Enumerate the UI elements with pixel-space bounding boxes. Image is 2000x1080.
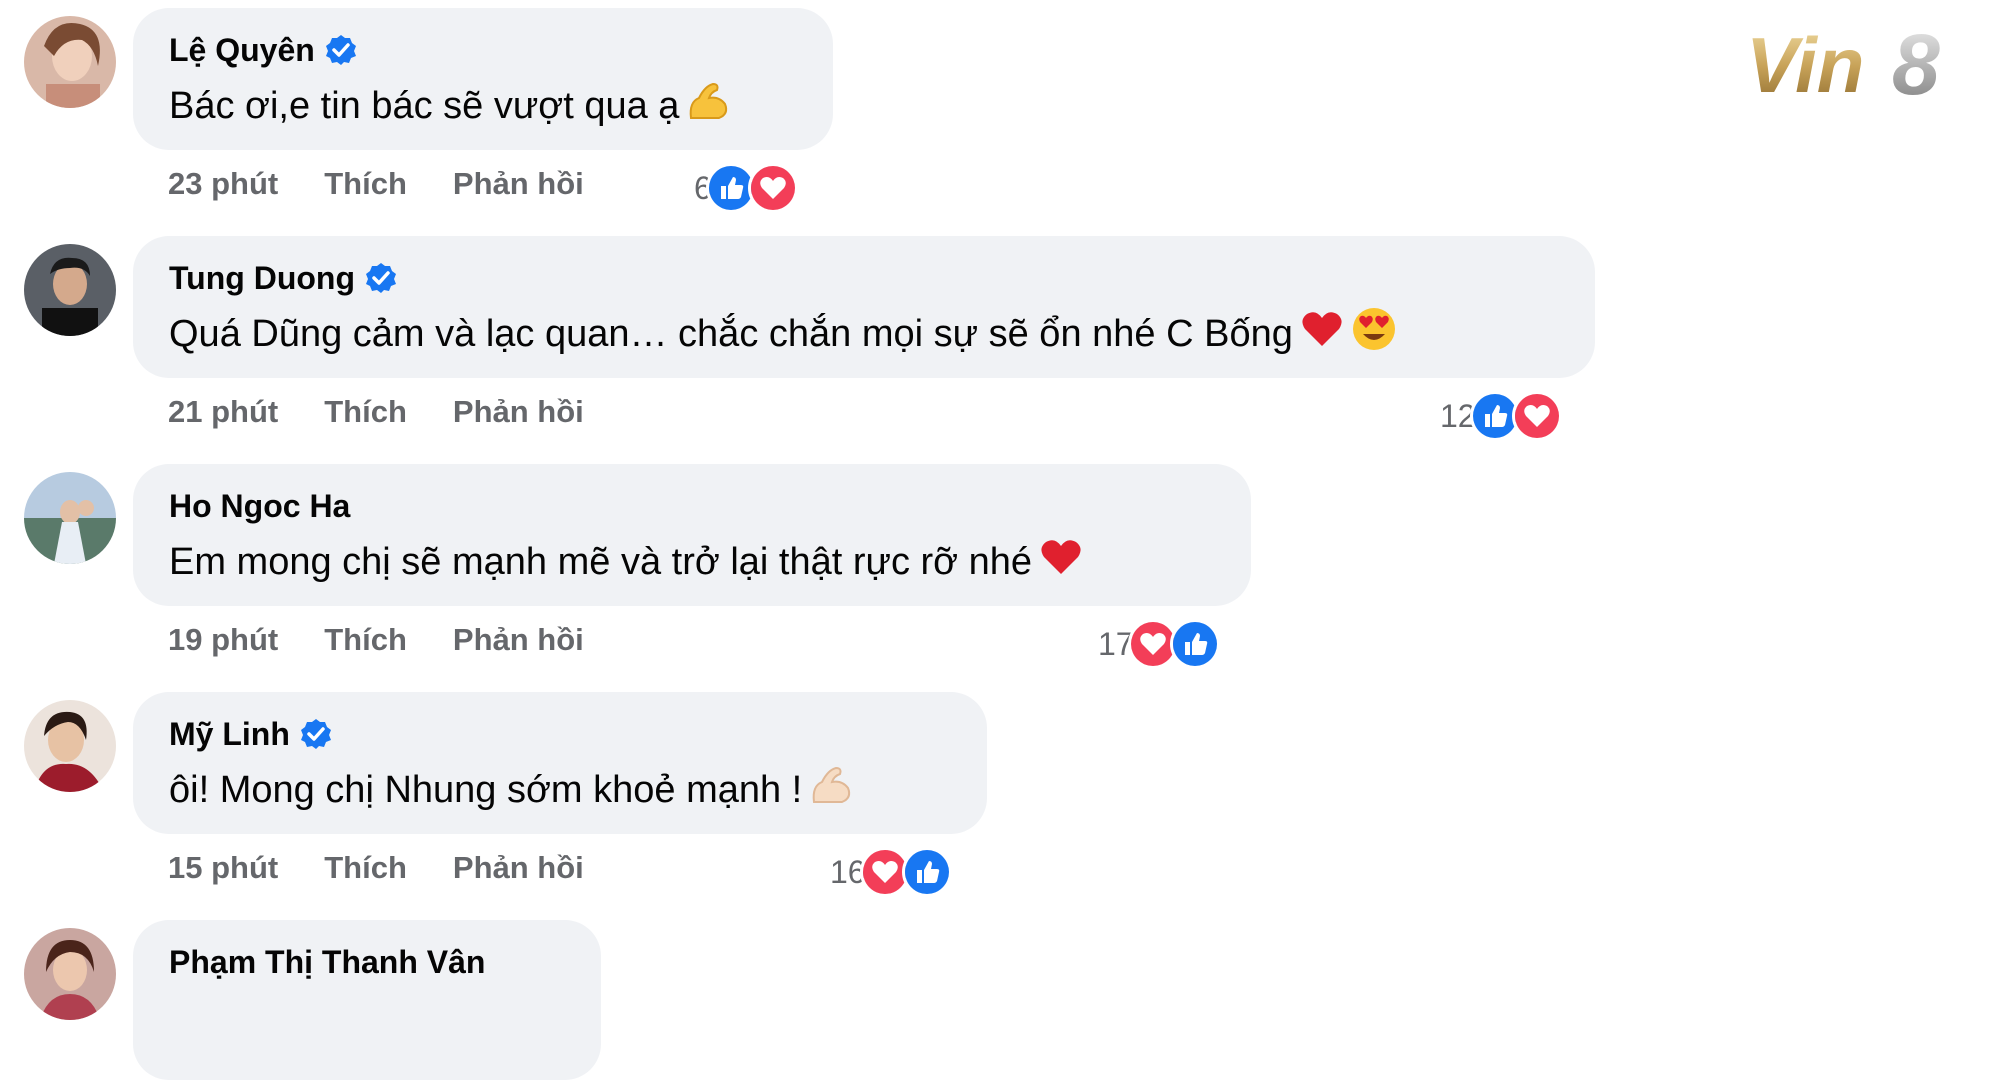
comment-text: ôi! Mong chị Nhung sớm khoẻ mạnh !	[169, 762, 951, 816]
comment-time: 15 phút	[168, 850, 279, 885]
comment-text: Em mong chị sẽ mạnh mẽ và trở lại thật r…	[169, 534, 1215, 588]
avatar[interactable]	[24, 244, 116, 336]
comment-item: Mỹ Linh ôi! Mong chị Nhung sớm khoẻ mạnh…	[0, 692, 2000, 922]
reply-link[interactable]: Phản hồi	[453, 166, 584, 202]
like-icon	[901, 847, 952, 897]
comment-bubble: Tung Duong Quá Dũng cảm và lạc quan… chắ…	[133, 236, 1595, 378]
red-heart-icon	[1299, 306, 1345, 352]
comment-actions: 19 phút Thích Phản hồi	[168, 622, 630, 658]
reply-link[interactable]: Phản hồi	[453, 394, 584, 430]
avatar[interactable]	[24, 16, 116, 108]
avatar[interactable]	[24, 928, 116, 1020]
comment-bubble: Mỹ Linh ôi! Mong chị Nhung sớm khoẻ mạnh…	[133, 692, 987, 834]
comment-text: Bác ơi,e tin bác sẽ vượt qua ạ	[169, 78, 797, 132]
comment-time: 23 phút	[168, 166, 279, 201]
verified-badge-icon	[325, 34, 357, 66]
avatar[interactable]	[24, 700, 116, 792]
comment-bubble: Ho Ngoc Ha Em mong chị sẽ mạnh mẽ và trở…	[133, 464, 1251, 606]
avatar[interactable]	[24, 472, 116, 564]
commenter-name[interactable]: Mỹ Linh	[169, 714, 290, 754]
commenter-name[interactable]: Lệ Quyên	[169, 30, 315, 70]
comment-time: 19 phút	[168, 622, 279, 657]
flexed-biceps-icon	[685, 78, 731, 124]
comment-item: Ho Ngoc Ha Em mong chị sẽ mạnh mẽ và trở…	[0, 464, 2000, 694]
reaction-summary[interactable]: 17	[1098, 619, 1220, 669]
comment-item: Phạm Thị Thanh Vân	[0, 920, 2000, 1080]
reaction-summary[interactable]: 6	[694, 163, 798, 213]
reaction-summary[interactable]: 12	[1440, 391, 1562, 441]
flexed-biceps-icon	[808, 762, 854, 808]
comment-actions: 15 phút Thích Phản hồi	[168, 850, 630, 886]
like-link[interactable]: Thích	[324, 394, 407, 430]
commenter-name[interactable]: Ho Ngoc Ha	[169, 486, 350, 526]
verified-badge-icon	[300, 718, 332, 750]
commenter-name[interactable]: Phạm Thị Thanh Vân	[169, 942, 485, 982]
comment-actions: 23 phút Thích Phản hồi	[168, 166, 630, 202]
like-link[interactable]: Thích	[324, 622, 407, 658]
reaction-summary[interactable]: 16	[830, 847, 952, 897]
reply-link[interactable]: Phản hồi	[453, 622, 584, 658]
red-heart-icon	[1038, 534, 1084, 580]
like-link[interactable]: Thích	[324, 850, 407, 886]
reply-link[interactable]: Phản hồi	[453, 850, 584, 886]
comment-bubble: Lệ Quyên Bác ơi,e tin bác sẽ vượt qua ạ	[133, 8, 833, 150]
comment-item: Lệ Quyên Bác ơi,e tin bác sẽ vượt qua ạ …	[0, 8, 2000, 238]
verified-badge-icon	[365, 262, 397, 294]
love-icon	[747, 163, 798, 213]
comment-text: Quá Dũng cảm và lạc quan… chắc chắn mọi …	[169, 306, 1559, 360]
comment-actions: 21 phút Thích Phản hồi	[168, 394, 630, 430]
love-icon	[1511, 391, 1562, 441]
comment-item: Tung Duong Quá Dũng cảm và lạc quan… chắ…	[0, 236, 2000, 466]
heart-eyes-icon	[1351, 306, 1397, 352]
commenter-name[interactable]: Tung Duong	[169, 258, 355, 298]
like-icon	[1169, 619, 1220, 669]
comment-bubble: Phạm Thị Thanh Vân	[133, 920, 601, 1080]
comment-time: 21 phút	[168, 394, 279, 429]
like-link[interactable]: Thích	[324, 166, 407, 202]
